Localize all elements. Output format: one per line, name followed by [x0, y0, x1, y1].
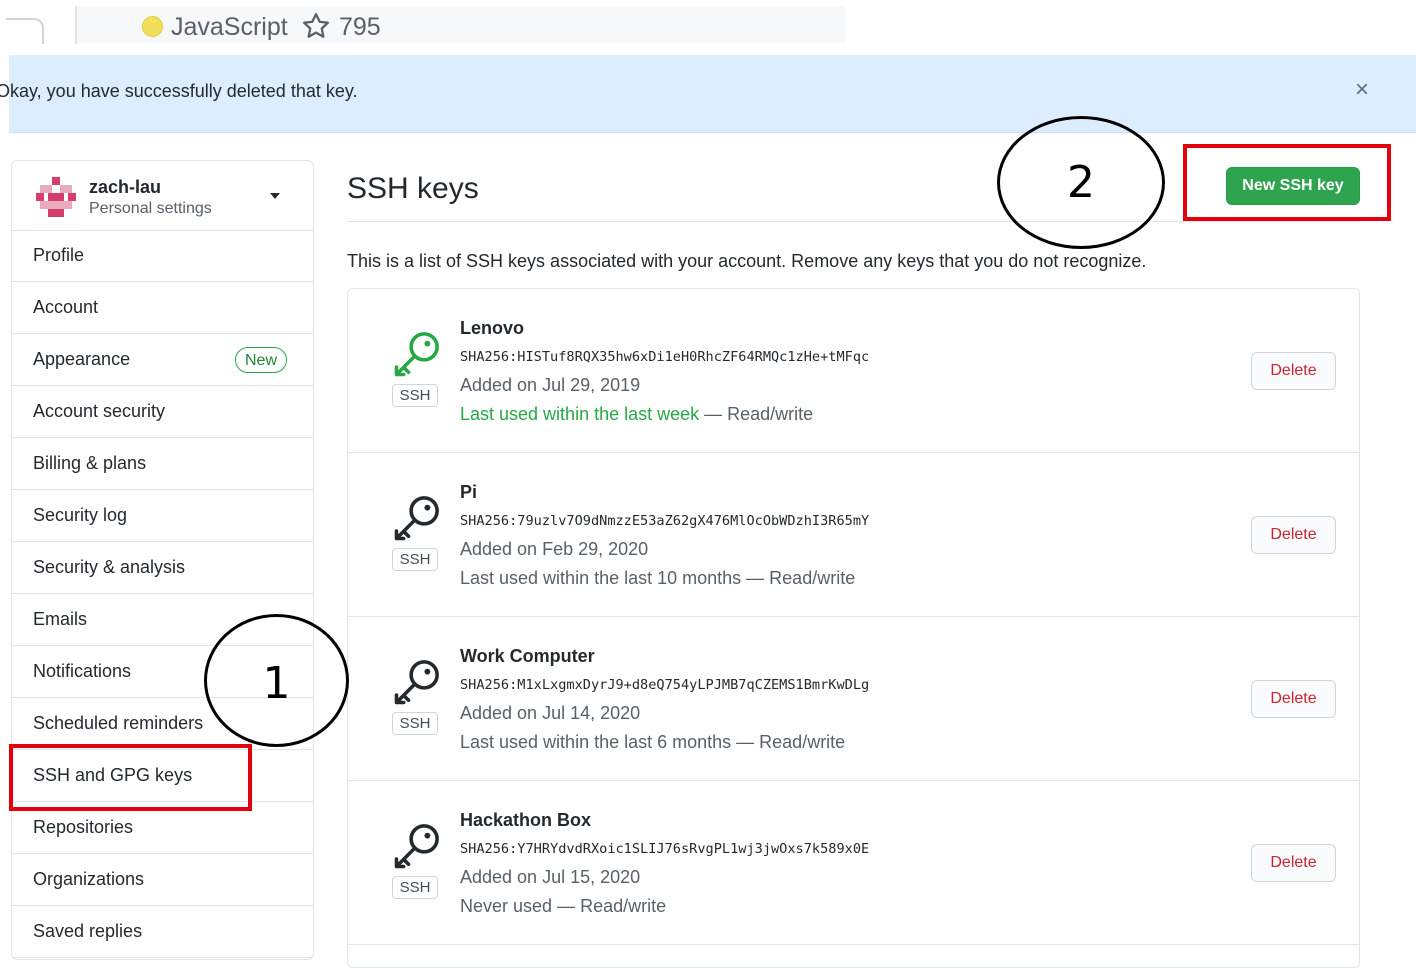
- star-count[interactable]: 795: [339, 13, 381, 41]
- sidebar-item-label: SSH and GPG keys: [33, 765, 193, 785]
- key-title: Work Computer: [460, 646, 595, 666]
- sidebar-item-label: Emails: [33, 609, 88, 629]
- sidebar-item-label: Organizations: [33, 869, 145, 889]
- key-icon: [394, 824, 439, 869]
- sidebar-item-ssh-gpg-keys[interactable]: SSH and GPG keys: [12, 750, 313, 802]
- last-used-text: Never used: [460, 896, 553, 916]
- sidebar-item-security-analysis[interactable]: Security & analysis: [12, 542, 313, 594]
- ssh-key-item: SSH Hackathon Box SHA256:Y7HRYdvdRXoic1S…: [348, 781, 1359, 945]
- sidebar-item-security-log[interactable]: Security log: [12, 490, 313, 542]
- sidebar-item-label: Profile: [33, 245, 85, 265]
- last-used-text: Last used within the last 10 months: [460, 568, 742, 588]
- sidebar-item-billing[interactable]: Billing & plans: [12, 438, 313, 490]
- avatar: [36, 177, 76, 217]
- divider: [347, 221, 1360, 222]
- sidebar-item-label: Appearance: [33, 349, 131, 369]
- key-title: Lenovo: [460, 318, 525, 338]
- key-last-used: Last used within the last 10 months — Re…: [460, 567, 855, 589]
- ssh-badge: SSH: [392, 548, 438, 571]
- key-icon: [394, 332, 439, 377]
- ssh-key-item: SSH Pi SHA256:79uzlv7O9dNmzzE53aZ62gX476…: [348, 453, 1359, 617]
- sidebar-item-appearance[interactable]: Appearance New: [12, 334, 313, 386]
- sidebar-item-account-security[interactable]: Account security: [12, 386, 313, 438]
- last-used-text: Last used within the last week: [460, 404, 700, 424]
- delete-key-button[interactable]: Delete: [1251, 352, 1336, 390]
- sidebar-item-label: Security log: [33, 505, 128, 525]
- key-icon: [394, 660, 439, 705]
- sidebar-item-organizations[interactable]: Organizations: [12, 854, 313, 906]
- key-added-date: Added on Jul 15, 2020: [460, 867, 641, 887]
- new-ssh-key-button[interactable]: New SSH key: [1226, 167, 1360, 205]
- key-fingerprint: SHA256:M1xLxgmxDyrJ9+d8eQ754yLPJMB7qCZEM…: [460, 677, 870, 693]
- access-level: — Read/write: [552, 896, 667, 916]
- sidebar-item-repositories[interactable]: Repositories: [12, 802, 313, 854]
- sidebar-item-label: Account: [33, 297, 99, 317]
- ssh-key-item: SSH Lenovo SHA256:HISTuf8RQX35hw6xDi1eH0…: [348, 289, 1359, 453]
- key-fingerprint: SHA256:Y7HRYdvdRXoic1SLIJ76sRvgPL1wj3jwO…: [460, 841, 870, 857]
- personal-settings-label: Personal settings: [89, 200, 212, 217]
- key-last-used: Last used within the last week — Read/wr…: [460, 403, 813, 425]
- key-fingerprint: SHA256:79uzlv7O9dNmzzE53aZ62gX476MlOcObW…: [460, 513, 870, 529]
- key-added-date: Added on Jul 14, 2020: [460, 703, 641, 723]
- flash-notice: Okay, you have successfully deleted that…: [0, 55, 1416, 133]
- step-two-marker: 2: [997, 116, 1165, 249]
- ssh-badge: SSH: [392, 876, 438, 899]
- key-icon: [394, 496, 439, 541]
- repo-info-strip: JavaScript 795: [0, 0, 1416, 46]
- delete-key-button[interactable]: Delete: [1251, 516, 1336, 554]
- page-title: SSH keys: [347, 172, 479, 205]
- step-one-marker: 1: [204, 614, 349, 747]
- sidebar-item-label: Notifications: [33, 661, 132, 681]
- access-level: — Read/write: [731, 732, 846, 752]
- repo-language: JavaScript: [171, 13, 288, 41]
- key-last-used: Never used — Read/write: [460, 895, 666, 917]
- ssh-keys-description: This is a list of SSH keys associated wi…: [347, 251, 1147, 271]
- key-fingerprint: SHA256:HISTuf8RQX35hw6xDi1eH0RhcZF64RMQc…: [460, 349, 870, 365]
- key-added-date: Added on Feb 29, 2020: [460, 539, 649, 559]
- sidebar-item-label: Scheduled reminders: [33, 713, 204, 733]
- key-last-used: Last used within the last 6 months — Rea…: [460, 731, 845, 753]
- ssh-badge: SSH: [392, 384, 438, 407]
- delete-key-button[interactable]: Delete: [1251, 680, 1336, 718]
- sidebar-item-label: Billing & plans: [33, 453, 147, 473]
- sidebar-item-profile[interactable]: Profile: [12, 230, 313, 282]
- ssh-badge: SSH: [392, 712, 438, 735]
- star-icon[interactable]: [300, 11, 332, 41]
- key-added-date: Added on Jul 29, 2019: [460, 375, 641, 395]
- sidebar-item-account[interactable]: Account: [12, 282, 313, 334]
- close-icon[interactable]: ×: [1355, 75, 1369, 105]
- sidebar-item-label: Account security: [33, 401, 166, 421]
- key-title: Hackathon Box: [460, 810, 592, 830]
- sidebar-item-saved-replies[interactable]: Saved replies: [12, 906, 313, 958]
- sidebar-item-label: Saved replies: [33, 921, 143, 941]
- account-switcher[interactable]: zach-lau Personal settings: [12, 161, 313, 231]
- browser-tab-edge: [6, 18, 44, 44]
- last-used-text: Last used within the last 6 months: [460, 732, 732, 752]
- flash-message: Okay, you have successfully deleted that…: [0, 81, 358, 101]
- username: zach-lau: [89, 177, 162, 197]
- language-color-dot-icon: [142, 16, 163, 37]
- access-level: — Read/write: [741, 568, 856, 588]
- new-badge: New: [235, 347, 288, 373]
- key-title: Pi: [460, 482, 478, 502]
- ssh-key-item: SSH Work Computer SHA256:M1xLxgmxDyrJ9+d…: [348, 617, 1359, 781]
- settings-sidebar: zach-lau Personal settings Profile Accou…: [11, 160, 314, 960]
- access-level: — Read/write: [699, 404, 814, 424]
- chevron-down-icon[interactable]: [270, 193, 280, 199]
- sidebar-item-label: Security & analysis: [33, 557, 186, 577]
- sidebar-item-label: Repositories: [33, 817, 134, 837]
- ssh-key-list: SSH Lenovo SHA256:HISTuf8RQX35hw6xDi1eH0…: [347, 288, 1360, 968]
- delete-key-button[interactable]: Delete: [1251, 844, 1336, 882]
